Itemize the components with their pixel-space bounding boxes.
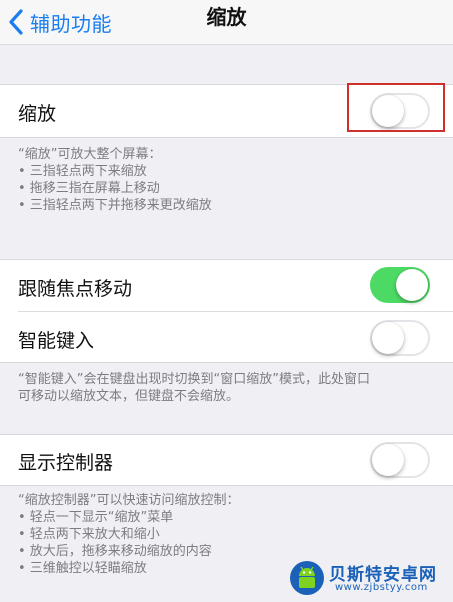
- show-controller-label: 显示控制器: [18, 452, 114, 474]
- smart-typing-switch[interactable]: [370, 320, 430, 356]
- follow-focus-label: 跟随焦点移动: [18, 278, 133, 300]
- zoom-description: “缩放”可放大整个屏幕： • 三指轻点两下来缩放 • 拖移三指在屏幕上移动 • …: [18, 146, 438, 214]
- highlight-box: [347, 83, 445, 132]
- switch-knob: [372, 322, 404, 354]
- controller-description-line: • 轻点一下显示“缩放”菜单: [18, 510, 174, 525]
- row-divider: [18, 311, 453, 312]
- zoom-description-line: “缩放”可放大整个屏幕：: [18, 147, 162, 162]
- smart-typing-description: “智能键入”会在键盘出现时切换到“窗口缩放”模式，此处窗口 可移动以缩放文本，但…: [18, 371, 438, 405]
- follow-focus-switch[interactable]: [370, 267, 430, 303]
- focus-typing-group: 跟随焦点移动 智能键入: [0, 259, 453, 363]
- zoom-label: 缩放: [18, 103, 57, 125]
- android-logo-icon: [290, 561, 324, 595]
- switch-knob: [396, 269, 428, 301]
- page-title: 缩放: [206, 5, 247, 29]
- show-controller-switch[interactable]: [370, 442, 430, 478]
- zoom-description-line: • 拖移三指在屏幕上移动: [18, 181, 160, 196]
- zoom-description-line: • 三指轻点两下并拖移来更改缩放: [18, 198, 212, 213]
- watermark: 贝斯特安卓网 www.zjbstyy.com: [289, 558, 449, 598]
- watermark-url: www.zjbstyy.com: [335, 582, 428, 593]
- smart-typing-description-line: “智能键入”会在键盘出现时切换到“窗口缩放”模式，此处窗口: [18, 372, 370, 387]
- smart-typing-label: 智能键入: [18, 330, 95, 352]
- smart-typing-description-line: 可移动以缩放文本，但键盘不会缩放。: [18, 389, 240, 404]
- controller-description-line: “缩放控制器”可以快速访问缩放控制：: [18, 493, 240, 508]
- switch-knob: [372, 444, 404, 476]
- navigation-bar: 辅助功能 缩放: [0, 0, 453, 45]
- show-controller-row: 显示控制器: [0, 434, 453, 486]
- zoom-description-line: • 三指轻点两下来缩放: [18, 164, 147, 179]
- controller-description-line: • 轻点两下来放大和缩小: [18, 527, 160, 542]
- zoom-settings-screen: 辅助功能 缩放 缩放 “缩放”可放大整个屏幕： • 三指轻点两下来缩放 • 拖移…: [0, 0, 453, 602]
